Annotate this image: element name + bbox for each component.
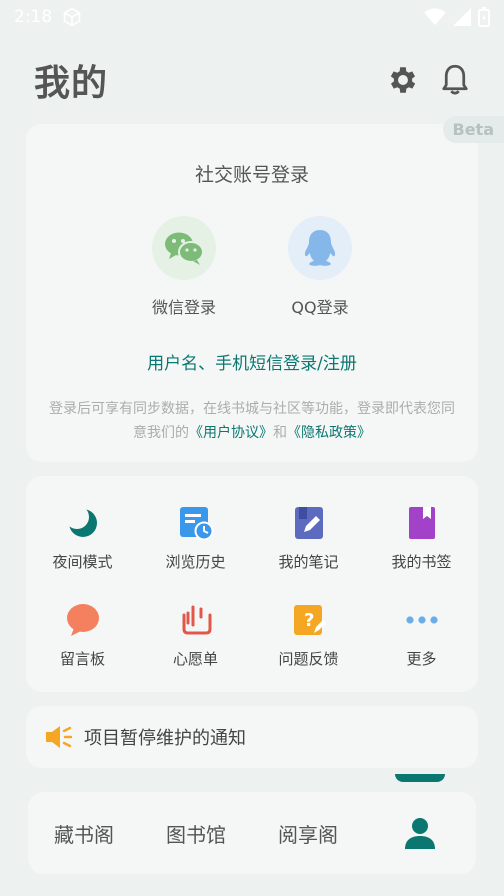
nav-tab-collection[interactable]: 藏书阁 [28, 819, 140, 848]
message-board-icon [65, 602, 101, 638]
feature-grid: 夜间模式 浏览历史 我的笔记 我的书签 留言板 心愿单 ? 问题反馈 更多 [26, 476, 478, 692]
status-bar: 2:18 [0, 0, 504, 34]
qq-icon [304, 230, 336, 266]
grid-label: 更多 [406, 650, 437, 668]
username-sms-login-link[interactable]: 用户名、手机短信登录/注册 [26, 349, 478, 374]
notes-icon [291, 505, 327, 541]
notice-text: 项目暂停维护的通知 [84, 728, 246, 749]
wechat-circle [152, 216, 216, 280]
grid-label: 问题反馈 [278, 650, 339, 668]
grid-label: 我的笔记 [278, 553, 339, 571]
page-title: 我的 [34, 63, 109, 104]
battery-icon [478, 7, 490, 27]
wishlist-icon [178, 602, 214, 638]
wechat-login-button[interactable]: 微信登录 [129, 216, 239, 318]
grid-item-more[interactable]: 更多 [365, 587, 478, 684]
wechat-login-label: 微信登录 [151, 298, 216, 317]
wechat-icon [165, 232, 204, 265]
grid-item-feedback[interactable]: ? 问题反馈 [252, 587, 365, 684]
bell-icon [442, 64, 468, 95]
bookmark-icon [404, 505, 440, 541]
active-tab-indicator [395, 774, 445, 782]
social-login-title: 社交账号登录 [194, 164, 309, 186]
terms-and: 和 [273, 425, 287, 441]
gear-icon [390, 67, 416, 93]
privacy-policy-link[interactable]: 《隐私政策》 [287, 425, 371, 441]
notice-banner[interactable]: 项目暂停维护的通知 [26, 706, 478, 768]
grid-item-history[interactable]: 浏览历史 [139, 490, 252, 587]
history-icon [178, 505, 214, 541]
cube-icon [63, 7, 81, 27]
grid-item-night-mode[interactable]: 夜间模式 [26, 490, 139, 587]
nav-tab-library[interactable]: 图书馆 [140, 819, 252, 848]
nav-tab-reading[interactable]: 阅享阁 [252, 819, 364, 848]
grid-label: 夜间模式 [52, 553, 113, 571]
feedback-icon: ? [291, 602, 327, 638]
profile-icon [405, 818, 435, 849]
bottom-navigation: 藏书阁 图书馆 阅享阁 [28, 774, 476, 874]
grid-label: 我的书签 [391, 553, 452, 571]
beta-badge: Beta [442, 116, 504, 143]
grid-item-notes[interactable]: 我的笔记 [252, 490, 365, 587]
user-agreement-link[interactable]: 《用户协议》 [189, 425, 273, 441]
status-right [424, 7, 490, 27]
grid-item-wishlist[interactable]: 心愿单 [139, 587, 252, 684]
more-icon [404, 602, 440, 638]
qq-login-button[interactable]: QQ登录 [265, 216, 375, 318]
status-time: 2:18 [14, 7, 53, 27]
grid-item-message-board[interactable]: 留言板 [26, 587, 139, 684]
social-login-card: Beta 社交账号登录 微信登录 QQ登录 用户名、手机短信登录/注册 登录后可… [26, 116, 504, 462]
nav-tab-profile[interactable] [364, 774, 476, 850]
feature-grid-card: 夜间模式 浏览历史 我的笔记 我的书签 留言板 心愿单 ? 问题反馈 更多 [26, 476, 478, 692]
settings-button[interactable] [386, 63, 420, 97]
wifi-icon [424, 8, 446, 26]
header-actions [386, 63, 472, 97]
grid-label: 留言板 [59, 650, 105, 668]
moon-icon [65, 505, 101, 541]
megaphone-icon [46, 726, 72, 748]
notifications-button[interactable] [438, 63, 472, 97]
grid-label: 心愿单 [172, 650, 218, 668]
svg-text:?: ? [304, 610, 314, 631]
login-terms: 登录后可享有同步数据，在线书城与社区等功能，登录即代表您同意我们的《用户协议》和… [46, 397, 458, 445]
signal-icon [453, 8, 471, 26]
qq-login-label: QQ登录 [291, 298, 349, 317]
grid-label: 浏览历史 [165, 553, 226, 571]
qq-circle [288, 216, 352, 280]
page-header: 我的 [0, 52, 504, 108]
grid-item-bookmarks[interactable]: 我的书签 [365, 490, 478, 587]
